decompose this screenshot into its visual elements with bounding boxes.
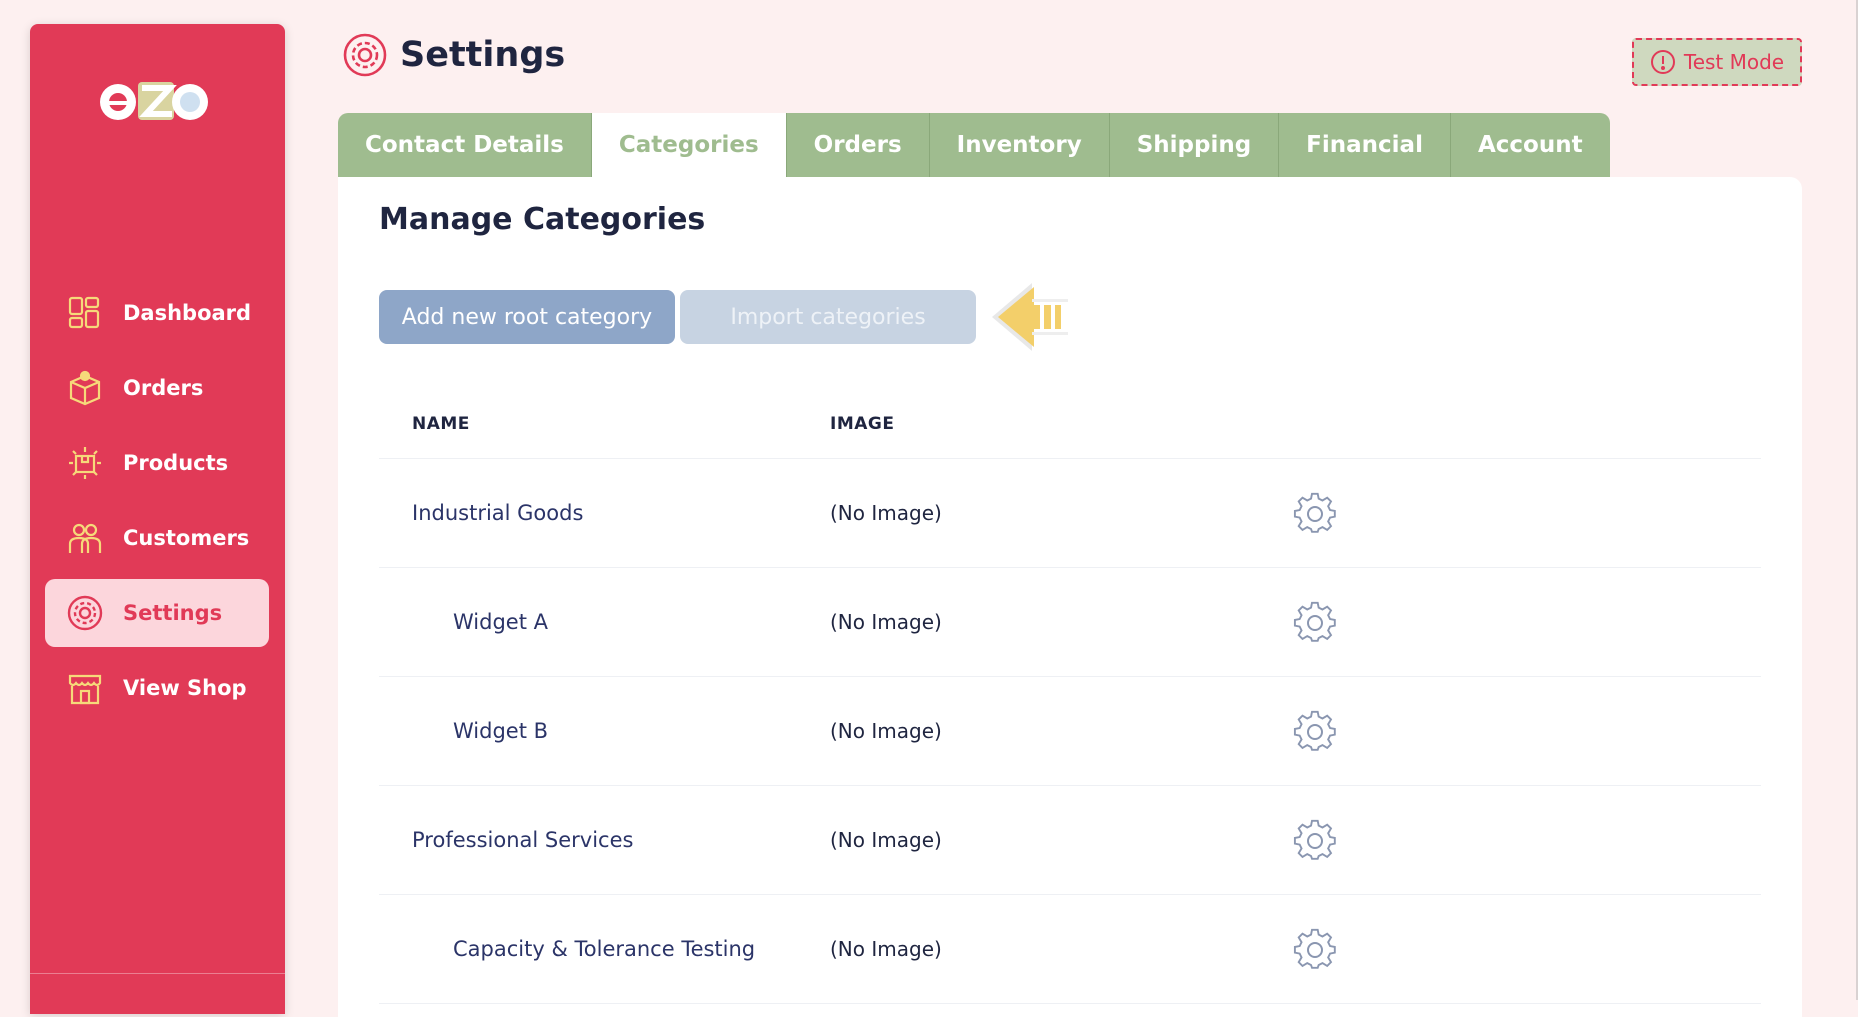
category-name[interactable]: Widget A <box>412 610 548 634</box>
table-row: Widget A (No Image) <box>379 568 1761 677</box>
gear-icon[interactable] <box>1293 491 1337 535</box>
sidebar-item-label: Products <box>123 451 229 475</box>
sidebar-item-dashboard[interactable]: Dashboard <box>45 279 269 347</box>
table-header: NAME IMAGE <box>379 389 1761 459</box>
tab-inventory[interactable]: Inventory <box>929 113 1110 177</box>
sidebar-nav: Dashboard Orders Products Customers Sett… <box>45 279 269 729</box>
gear-icon[interactable] <box>1293 927 1337 971</box>
tab-account[interactable]: Account <box>1450 113 1610 177</box>
product-icon <box>65 443 105 483</box>
table-row: Capacity & Tolerance Testing (No Image) <box>379 895 1761 1004</box>
section-title: Manage Categories <box>379 202 706 237</box>
sidebar-item-products[interactable]: Products <box>45 429 269 497</box>
settings-icon <box>343 33 387 77</box>
import-categories-button[interactable]: Import categories <box>680 290 976 344</box>
category-image: (No Image) <box>830 610 942 634</box>
category-image: (No Image) <box>830 501 942 525</box>
settings-tabs: Contact Details Categories Orders Invent… <box>338 113 1610 177</box>
settings-icon <box>65 593 105 633</box>
column-header-image: IMAGE <box>830 413 895 434</box>
tab-financial[interactable]: Financial <box>1279 113 1451 177</box>
add-root-category-button[interactable]: Add new root category <box>379 290 675 344</box>
sidebar-item-label: Dashboard <box>123 301 252 325</box>
ezo-logo <box>98 78 210 122</box>
shop-icon <box>65 668 105 708</box>
sidebar-item-label: Settings <box>123 601 223 625</box>
column-header-name: NAME <box>412 413 470 434</box>
sidebar-divider <box>30 973 285 974</box>
category-image: (No Image) <box>830 937 942 961</box>
tab-orders[interactable]: Orders <box>786 113 930 177</box>
test-mode-label: Test Mode <box>1683 50 1785 74</box>
page-header: Settings <box>342 32 565 78</box>
gear-icon[interactable] <box>1293 818 1337 862</box>
gear-icon[interactable] <box>1293 600 1337 644</box>
category-name[interactable]: Industrial Goods <box>412 501 583 525</box>
box-icon <box>65 368 105 408</box>
categories-table: NAME IMAGE Industrial Goods (No Image) W… <box>379 389 1761 1004</box>
category-name[interactable]: Widget B <box>412 719 548 743</box>
sidebar-item-label: Customers <box>123 526 250 550</box>
dashboard-icon <box>65 293 105 333</box>
app-window: Dashboard Orders Products Customers Sett… <box>0 0 1858 1017</box>
page-title: Settings <box>400 35 566 75</box>
customers-icon <box>65 518 105 558</box>
gear-icon[interactable] <box>1293 709 1337 753</box>
category-name[interactable]: Capacity & Tolerance Testing <box>412 937 755 961</box>
category-image: (No Image) <box>830 828 942 852</box>
alert-circle-icon <box>1650 50 1675 74</box>
sidebar-item-settings[interactable]: Settings <box>45 579 269 647</box>
table-row: Professional Services (No Image) <box>379 786 1761 895</box>
test-mode-badge[interactable]: Test Mode <box>1632 38 1802 86</box>
category-image: (No Image) <box>830 719 942 743</box>
category-name[interactable]: Professional Services <box>412 828 633 852</box>
table-row: Widget B (No Image) <box>379 677 1761 786</box>
tab-shipping[interactable]: Shipping <box>1109 113 1280 177</box>
arrow-left-icon <box>992 283 1068 351</box>
sidebar-item-orders[interactable]: Orders <box>45 354 269 422</box>
sidebar-item-customers[interactable]: Customers <box>45 504 269 572</box>
tab-contact-details[interactable]: Contact Details <box>338 113 592 177</box>
sidebar-item-view-shop[interactable]: View Shop <box>45 654 269 722</box>
sidebar-item-label: Orders <box>123 376 204 400</box>
tab-categories[interactable]: Categories <box>591 113 787 177</box>
sidebar: Dashboard Orders Products Customers Sett… <box>30 24 285 1014</box>
table-row: Industrial Goods (No Image) <box>379 459 1761 568</box>
categories-panel: Manage Categories Add new root category … <box>338 177 1802 1017</box>
sidebar-item-label: View Shop <box>123 676 247 700</box>
